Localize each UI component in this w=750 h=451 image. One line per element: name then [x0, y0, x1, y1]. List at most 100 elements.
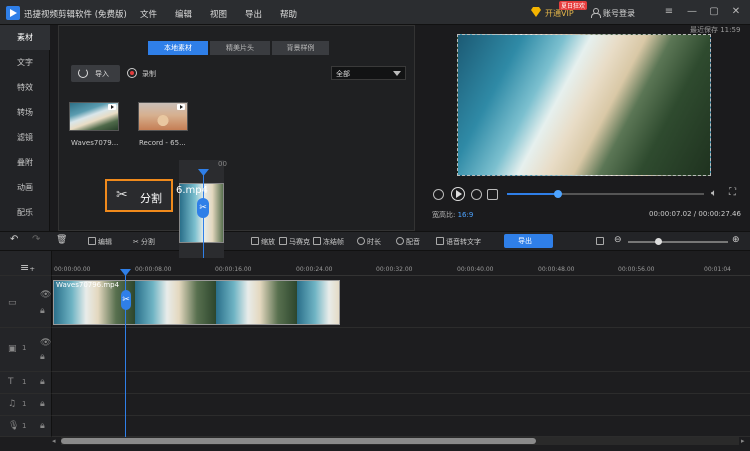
sidebar-item-transitions[interactable]: 转场: [0, 100, 50, 125]
sidebar: 素材 文字 特效 转场 滤镜 叠附 动画 配乐: [0, 25, 50, 231]
account-login-link[interactable]: 账号登录: [603, 8, 635, 19]
progress-fill: [507, 193, 559, 195]
fullscreen-icon[interactable]: ⛶: [729, 187, 736, 198]
voice-track-lane[interactable]: [52, 416, 750, 437]
export-label: 导出: [518, 237, 532, 245]
step-forward-icon[interactable]: [471, 189, 482, 200]
zoom-button[interactable]: 缩放: [251, 237, 275, 247]
eye-icon[interactable]: 👁︎: [40, 338, 51, 348]
menu-help[interactable]: 帮助: [280, 8, 297, 20]
speech-to-text-button[interactable]: 语音转文字: [436, 237, 481, 247]
mosaic-button[interactable]: 马赛克: [279, 237, 310, 247]
scrollbar-thumb[interactable]: [61, 438, 536, 444]
split-button[interactable]: ✂ 分割: [133, 237, 155, 247]
scissors-icon[interactable]: ✂: [121, 290, 131, 310]
vip-diamond-icon[interactable]: [531, 7, 541, 17]
scroll-right-icon[interactable]: ▸: [741, 437, 745, 445]
playback-progress[interactable]: [507, 190, 704, 198]
video-icon: [177, 104, 185, 110]
export-button[interactable]: 导出: [504, 234, 553, 248]
redo-icon[interactable]: ↷: [32, 234, 40, 245]
add-track-icon[interactable]: ≡₊: [20, 261, 35, 274]
step-back-icon[interactable]: [433, 189, 444, 200]
lock-icon[interactable]: 🔒︎: [40, 377, 45, 387]
tab-backgrounds[interactable]: 背景样例: [272, 41, 329, 55]
horizontal-scrollbar[interactable]: [61, 437, 739, 445]
lock-icon[interactable]: 🔒︎: [40, 399, 45, 409]
zoom-in-icon[interactable]: ⊕: [732, 235, 740, 245]
user-icon[interactable]: [591, 8, 601, 18]
sidebar-item-animation[interactable]: 动画: [0, 175, 50, 200]
import-button[interactable]: 导入: [71, 65, 120, 82]
music-track-icon: ♫: [8, 399, 17, 409]
ruler-label: 00:01:04: [704, 266, 731, 273]
text-track-icon: T: [8, 377, 14, 387]
media-filter-select[interactable]: 全部: [331, 66, 406, 80]
screenshot-icon[interactable]: [596, 237, 606, 246]
minimize-icon[interactable]: —: [685, 5, 699, 19]
sidebar-item-media[interactable]: 素材: [0, 25, 50, 50]
pip-track-lane[interactable]: [52, 328, 750, 372]
stop-icon[interactable]: [487, 189, 498, 200]
record-button[interactable]: 录制: [142, 69, 156, 79]
speech-to-text-label: 语音转文字: [446, 238, 481, 246]
chevron-down-icon: [393, 71, 401, 76]
lock-icon[interactable]: 🔒︎: [40, 352, 45, 362]
play-icon[interactable]: [451, 187, 465, 201]
menu-edit[interactable]: 编辑: [175, 8, 192, 20]
eye-icon[interactable]: 👁︎: [40, 290, 51, 300]
track-number: 1: [22, 344, 27, 352]
microphone-icon: [396, 237, 404, 245]
mosaic-icon: [279, 237, 287, 245]
duration-button[interactable]: 时长: [357, 237, 381, 247]
timeline-zoom-knob[interactable]: [655, 238, 662, 245]
close-icon[interactable]: ✕: [729, 5, 743, 19]
text-track-lane[interactable]: [52, 372, 750, 394]
music-track-lane[interactable]: [52, 394, 750, 416]
sidebar-item-music[interactable]: 配乐: [0, 200, 50, 225]
app-logo-icon: [6, 6, 20, 20]
freeze-frame-button[interactable]: 冻结帧: [313, 237, 344, 247]
undo-icon[interactable]: ↶: [10, 234, 18, 245]
media-item-name: Record - 65...: [139, 139, 186, 147]
maximize-icon[interactable]: ▢: [707, 5, 721, 19]
edit-label: 编辑: [98, 238, 112, 246]
lock-icon[interactable]: 🔒︎: [40, 306, 45, 316]
split-callout-label: 分割: [140, 192, 162, 205]
split-callout-button[interactable]: ✂ 分割: [105, 179, 173, 212]
record-icon[interactable]: [127, 68, 137, 78]
speech-to-text-icon: [436, 237, 444, 245]
menu-export[interactable]: 导出: [245, 8, 262, 20]
track-header-video: ▭ 👁︎ 🔒︎: [0, 276, 52, 328]
sidebar-item-overlays[interactable]: 叠附: [0, 150, 50, 175]
split-label: 分割: [140, 238, 155, 246]
scissors-icon: ✂: [116, 187, 128, 203]
import-icon: [78, 68, 88, 78]
menu-view[interactable]: 视图: [210, 8, 227, 20]
video-preview[interactable]: [457, 34, 711, 176]
timeline-zoom-slider[interactable]: [628, 241, 728, 243]
scroll-left-icon[interactable]: ◂: [52, 437, 56, 445]
aspect-ratio[interactable]: 宽高比: 16:9: [432, 210, 473, 220]
edit-button[interactable]: 编辑: [88, 237, 112, 247]
media-thumbnail-waves[interactable]: [69, 102, 119, 131]
menu-icon[interactable]: ≡: [662, 5, 676, 19]
sidebar-item-filters[interactable]: 滤镜: [0, 125, 50, 150]
frame-icon: [596, 237, 604, 245]
tab-local-media[interactable]: 本地素材: [148, 41, 208, 55]
dub-button[interactable]: 配音: [396, 237, 420, 247]
aspect-value[interactable]: 16:9: [458, 211, 474, 219]
drag-preview-label: 6.mp4: [176, 185, 208, 196]
zoom-out-icon[interactable]: ⊖: [614, 235, 622, 245]
track-number: 1: [22, 378, 27, 386]
dub-label: 配音: [406, 238, 420, 246]
delete-icon[interactable]: 🗑︎: [56, 235, 67, 245]
menu-file[interactable]: 文件: [140, 8, 157, 20]
clock-icon: [357, 237, 365, 245]
volume-icon[interactable]: 🔈︎: [711, 188, 717, 199]
sidebar-item-text[interactable]: 文字: [0, 50, 50, 75]
tab-intros[interactable]: 精美片头: [210, 41, 270, 55]
lock-icon[interactable]: 🔒︎: [40, 421, 45, 431]
media-thumbnail-record[interactable]: [138, 102, 188, 131]
sidebar-item-effects[interactable]: 特效: [0, 75, 50, 100]
